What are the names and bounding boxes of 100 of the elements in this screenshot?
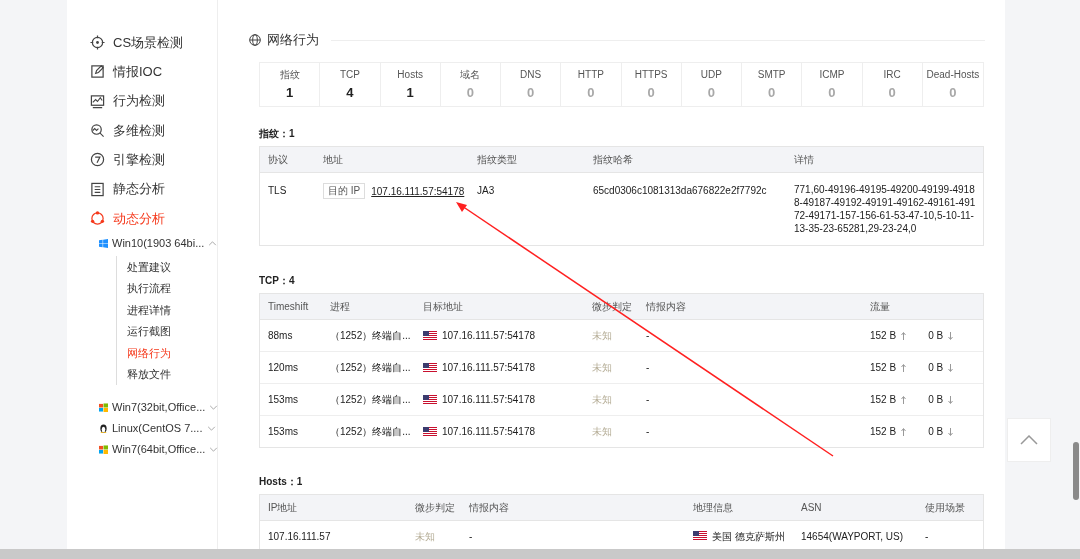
address-link[interactable]: 107.16.111.57:54178 [371,183,465,199]
us-flag-icon [423,362,437,373]
sidebar-item[interactable]: 引擎检测 [67,145,217,175]
stat-value: 1 [406,83,414,102]
column-header: 使用场景 [924,501,966,515]
windows-flag-icon [99,445,108,455]
table-cell-text: 未知 [592,329,612,343]
column-header: 目标地址 [422,300,464,314]
sidebar-item[interactable]: 行为检测 [67,86,217,116]
table-cell-text: 65cd0306c1081313da676822e2f7792c [593,184,767,198]
arrow-down-icon [948,331,954,340]
sidebar-subitem[interactable]: 处置建议 [127,256,217,278]
stat-label: UDP [700,67,722,82]
sidebar-subitem[interactable]: 执行流程 [127,277,217,300]
stat-label: HTTPS [634,67,668,82]
sidebar-subitem[interactable]: 网络行为 [127,342,217,364]
sidebar-subitem[interactable]: 进程详情 [127,299,217,321]
sidebar-item[interactable]: CS场景检测 [67,28,217,58]
table-cell-text: 美国 德克萨斯州 [712,529,785,544]
stat-value: 0 [828,83,836,102]
stat-label: 域名 [460,67,481,82]
table-cell-text: 120ms [268,361,298,375]
table-cell-text: 153ms [268,425,298,439]
table-cell-text: 0 B [928,393,944,407]
search-wave-icon [90,123,105,139]
table-cell-text: - [469,529,473,544]
sidebar-subitem[interactable]: 释放文件 [127,363,217,386]
chevron-down-icon [206,426,216,432]
table-cell-text: 107.16.111.57:54178 [442,329,536,343]
table-cell-text: 未知 [592,361,612,375]
arrow-up-icon [901,331,907,340]
details-text: 771,60-49196-49195-49200-49199-49188-49187-49192-49191-49162-49161-49172-49171-157-156-61-53-47-10,5-10-11-13-35-23-65281,29-23-24,0 [794,183,977,236]
edit-note-icon [90,64,105,80]
globe-icon [249,34,261,46]
table-cell-text: 152 B [870,393,897,407]
stat-value: 0 [888,83,896,102]
table-cell-text: 88ms [268,329,293,343]
table-cell-text: - [646,425,650,439]
table-title: 指纹：1 [259,127,296,138]
column-header: Timeshift [267,300,310,314]
table-cell-text: 0 B [928,425,944,439]
table-cell-text: - [646,393,650,407]
stat-label: DNS [520,67,542,82]
arrow-down-icon [948,395,954,404]
table-cell-text: 0 B [928,361,944,375]
arrow-up-icon [901,363,907,372]
crosshair-icon [90,35,105,51]
sidebar-item[interactable]: 多维检测 [67,115,217,146]
environment-item[interactable]: Win10(1903 64bi... [67,233,217,255]
table-cell-text: 未知 [415,529,435,544]
chart-monitor-icon [90,93,105,109]
chevron-down-icon [209,405,219,411]
table-cell-text: 152 B [870,425,897,439]
table-cell-text: 0 B [928,329,944,343]
column-header: 协议 [267,153,289,167]
environment-item[interactable]: Win7(64bit,Office... [67,439,217,461]
windows-flag-icon [99,403,108,413]
scrollbar-thumb[interactable] [1073,442,1079,500]
table-cell-text: - [646,329,650,343]
table-cell-text: （1252）终端自... [330,425,411,439]
environment-item[interactable]: Win7(32bit,Office... [67,397,217,419]
sidebar-item[interactable]: 静态分析 [67,174,217,204]
column-header: 指纹类型 [476,153,518,167]
stat-label: Dead-Hosts [926,67,980,82]
stat-value: 0 [707,83,715,102]
sidebar-subitem[interactable]: 运行截图 [127,320,217,343]
stat-label: SMTP [757,67,786,82]
column-header: 流量 [869,300,891,314]
back-to-top-button[interactable] [1007,418,1051,462]
table-cell-text: 107.16.111.57 [268,529,331,544]
stat-label: HTTP [577,67,604,82]
stat-value: 0 [587,83,595,102]
environment-item[interactable]: Linux(CentOS 7.... [67,418,217,440]
sidebar-item[interactable]: 情报IOC [67,57,217,87]
column-header: 地址 [322,153,344,167]
sidebar-item[interactable]: 动态分析 [67,203,217,234]
stat-value: 0 [949,83,957,102]
table-cell-text: （1252）终端自... [330,329,411,343]
arrow-up-icon [901,427,907,436]
nodes-circle-icon [90,210,105,226]
section-title: 网络行为 [267,31,319,50]
stat-label: Hosts [397,67,423,82]
table-cell-text: 未知 [592,425,612,439]
us-flag-icon [423,426,437,437]
column-header: 微步判定 [591,300,633,314]
table-cell-text: 107.16.111.57:54178 [442,425,536,439]
stat-label: TCP [339,67,360,82]
stat-value: 0 [647,83,655,102]
table-cell-text: 107.16.111.57:54178 [442,361,536,375]
stat-value: 0 [768,83,776,102]
address-tag: 目的 IP [323,183,366,199]
column-header: 情报内容 [468,501,510,515]
arrow-down-icon [948,427,954,436]
stat-value: 4 [346,83,354,102]
stat-value: 0 [466,83,474,102]
column-header: 详情 [793,153,815,167]
stat-value: 1 [286,83,294,102]
column-header: 微步判定 [414,501,456,515]
stat-label: 指纹 [279,67,300,82]
us-flag-icon [693,531,707,541]
